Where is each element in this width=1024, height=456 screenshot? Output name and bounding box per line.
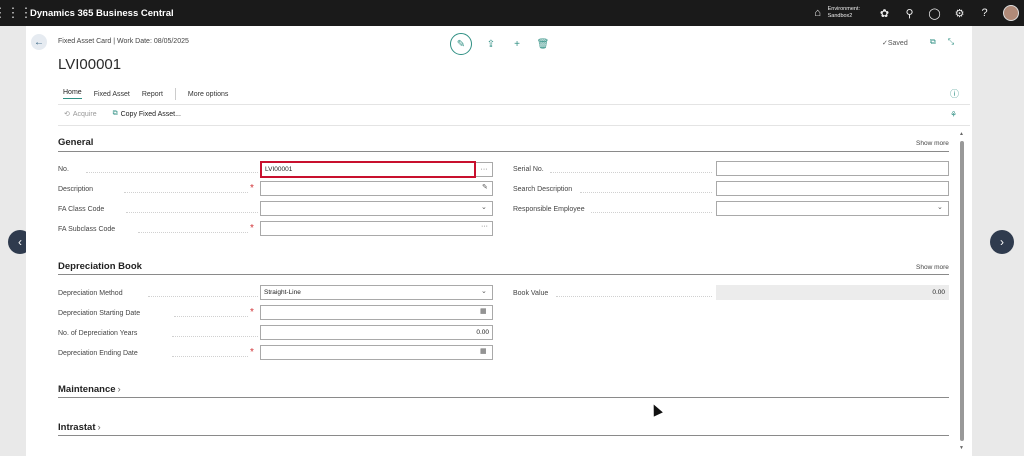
- search-description-input[interactable]: [716, 181, 949, 196]
- chevron-right-icon: ›: [97, 422, 101, 433]
- share-icon[interactable]: ⇪: [484, 39, 498, 50]
- app-title[interactable]: Dynamics 365 Business Central: [30, 8, 174, 19]
- depreciation-starting-date-input[interactable]: [260, 305, 493, 320]
- ellipsis-icon: ···: [480, 166, 488, 173]
- environment-label: Environment:: [827, 6, 860, 12]
- fa-class-code-select[interactable]: [260, 201, 493, 216]
- delete-icon[interactable]: 🗑: [536, 39, 550, 50]
- section-divider: [58, 274, 949, 275]
- assist-edit-icon[interactable]: ✎: [482, 183, 488, 191]
- section-depreciation-book-title[interactable]: Depreciation Book: [58, 261, 142, 272]
- acquire-button[interactable]: ⟲ Acquire: [64, 110, 97, 119]
- chevron-right-icon: ›: [1000, 235, 1004, 249]
- tab-fixed-asset[interactable]: Fixed Asset: [94, 91, 130, 98]
- no-assist-button[interactable]: ···: [476, 162, 493, 177]
- no-input[interactable]: LVI00001: [260, 161, 476, 178]
- section-divider: [58, 435, 949, 436]
- depreciation-show-more[interactable]: Show more: [916, 264, 949, 271]
- chevron-down-icon: ⌄: [481, 288, 487, 295]
- search-icon[interactable]: ⚲: [897, 7, 922, 20]
- required-indicator: *: [250, 223, 254, 234]
- ellipsis-icon[interactable]: ···: [481, 223, 488, 230]
- personalize-icon[interactable]: ⚘: [950, 110, 957, 119]
- arrow-left-icon: ←: [34, 36, 44, 48]
- saved-status: ✓Saved: [882, 40, 908, 47]
- action-bar: ⟲ Acquire ⧉ Copy Fixed Asset...: [64, 110, 181, 118]
- tab-report[interactable]: Report: [142, 91, 163, 98]
- required-indicator: *: [250, 307, 254, 318]
- chevron-down-icon: ⌄: [937, 204, 943, 211]
- depreciation-ending-date-input[interactable]: [260, 345, 493, 360]
- chevron-down-icon: ⌄: [481, 204, 487, 211]
- back-button[interactable]: ←: [31, 34, 47, 50]
- section-maintenance-title[interactable]: Maintenance ›: [58, 384, 121, 395]
- calendar-icon[interactable]: ▦: [480, 307, 487, 315]
- required-indicator: *: [250, 347, 254, 358]
- book-value-field: 0.00: [716, 285, 949, 300]
- copilot-icon[interactable]: ✿: [872, 7, 897, 20]
- header-actions: ✎ ⇪ + 🗑: [450, 33, 550, 55]
- open-new-window-icon[interactable]: ⧉: [930, 37, 936, 47]
- scroll-thumb[interactable]: [960, 141, 964, 441]
- page-title: LVI00001: [58, 56, 122, 73]
- copy-icon: ⧉: [112, 110, 118, 117]
- collapse-icon[interactable]: ⤡: [948, 37, 954, 47]
- window-actions: ⧉ ⤡: [930, 37, 954, 47]
- general-show-more[interactable]: Show more: [916, 140, 949, 147]
- section-general-title[interactable]: General: [58, 137, 93, 148]
- depreciation-method-select[interactable]: Straight-Line: [260, 285, 493, 300]
- new-icon[interactable]: +: [510, 39, 524, 50]
- section-divider: [58, 397, 949, 398]
- more-options-button[interactable]: More options: [188, 91, 228, 98]
- edit-button[interactable]: ✎: [450, 33, 472, 55]
- environment-indicator[interactable]: ⌂ Environment: Sandbox2: [812, 6, 860, 20]
- environment-name: Sandbox2: [827, 13, 853, 19]
- serial-no-input[interactable]: [716, 161, 949, 176]
- top-bar-actions: ⌂ Environment: Sandbox2 ✿ ⚲ ◯ ⚙ ?: [812, 0, 1024, 26]
- info-icon[interactable]: ⓘ: [950, 87, 959, 100]
- avatar[interactable]: [1003, 5, 1019, 21]
- fa-subclass-code-input[interactable]: [260, 221, 493, 236]
- divider: [58, 104, 970, 105]
- notifications-icon[interactable]: ◯: [922, 7, 947, 20]
- divider: [58, 125, 970, 126]
- scroll-up-icon[interactable]: ▲: [959, 131, 964, 137]
- settings-icon[interactable]: ⚙: [947, 7, 972, 20]
- responsible-employee-select[interactable]: [716, 201, 949, 216]
- next-record-button[interactable]: ›: [990, 230, 1014, 254]
- chevron-left-icon: ‹: [18, 235, 22, 249]
- section-divider: [58, 151, 949, 152]
- pencil-icon: ✎: [456, 38, 466, 50]
- copy-fixed-asset-button[interactable]: ⧉ Copy Fixed Asset...: [113, 110, 181, 118]
- vertical-scrollbar[interactable]: ▲ ▼: [959, 131, 965, 453]
- required-indicator: *: [250, 183, 254, 194]
- section-intrastat-title[interactable]: Intrastat ›: [58, 422, 101, 433]
- top-bar: ⋮⋮⋮ Dynamics 365 Business Central ⌂ Envi…: [0, 0, 1024, 26]
- fixed-asset-card: ← Fixed Asset Card | Work Date: 08/05/20…: [26, 26, 972, 456]
- action-tabs: Home Fixed Asset Report More options: [63, 88, 240, 100]
- calendar-icon[interactable]: ▦: [480, 347, 487, 355]
- description-input[interactable]: [260, 181, 493, 196]
- help-icon[interactable]: ?: [972, 7, 997, 19]
- scroll-down-icon[interactable]: ▼: [959, 445, 964, 451]
- depreciation-years-input[interactable]: 0.00: [260, 325, 493, 340]
- environment-icon: ⌂: [814, 7, 821, 19]
- chevron-right-icon: ›: [117, 384, 121, 395]
- app-launcher-icon[interactable]: ⋮⋮⋮: [0, 0, 33, 26]
- acquire-icon: ⟲: [64, 111, 70, 118]
- page-caption: Fixed Asset Card | Work Date: 08/05/2025: [58, 38, 189, 45]
- tab-home[interactable]: Home: [63, 89, 82, 99]
- tab-divider: [174, 88, 176, 100]
